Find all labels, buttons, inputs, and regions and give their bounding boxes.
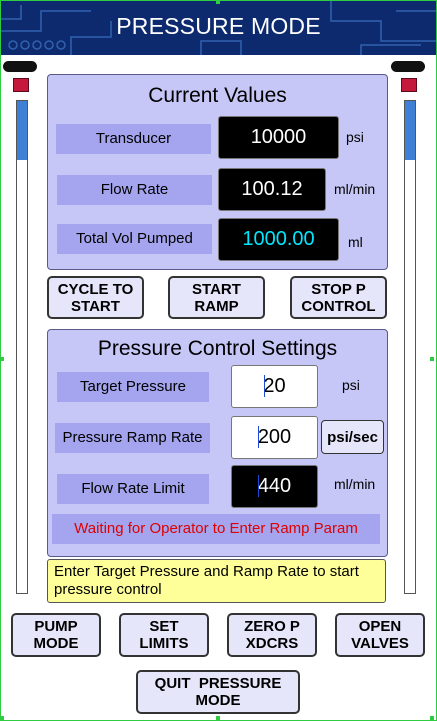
pressure-settings-title: Pressure Control Settings xyxy=(97,337,338,360)
zero-button-line1: ZERO P xyxy=(244,618,300,635)
total-vol-label: Total Vol Pumped xyxy=(57,224,212,254)
right-level-gauge xyxy=(404,100,416,594)
cycle-button-line1: CYCLE TO xyxy=(57,280,134,298)
transducer-value: 10000 xyxy=(218,116,339,159)
transducer-unit: psi xyxy=(346,129,364,145)
transducer-label: Transducer xyxy=(56,124,211,154)
zero-p-xdcrs-button[interactable]: ZERO P XDCRS xyxy=(227,613,317,657)
resize-handle-bottom-right[interactable] xyxy=(430,716,434,720)
valves-button-line2: VALVES xyxy=(351,635,409,652)
ramp-rate-caret xyxy=(258,426,259,448)
cycle-to-start-button[interactable]: CYCLE TO START xyxy=(47,276,144,319)
resize-handle-bottom[interactable] xyxy=(216,716,220,720)
ramp-rate-input[interactable]: 200 xyxy=(231,416,318,459)
target-pressure-label: Target Pressure xyxy=(57,372,209,402)
quit-pressure-mode-button[interactable]: QUIT PRESSURE MODE xyxy=(136,670,300,714)
total-vol-unit: ml xyxy=(348,234,363,250)
set-limits-button[interactable]: SET LIMITS xyxy=(119,613,209,657)
total-vol-value: 1000.00 xyxy=(218,218,339,261)
resize-handle-left[interactable] xyxy=(0,357,4,361)
flow-rate-value: 100.12 xyxy=(218,168,326,211)
flow-limit-label: Flow Rate Limit xyxy=(57,474,209,504)
left-level-fill xyxy=(17,101,27,160)
start-ramp-button[interactable]: START RAMP xyxy=(168,276,265,319)
flow-limit-input[interactable]: 440 xyxy=(231,465,318,508)
target-pressure-caret xyxy=(264,375,265,397)
valves-button-line1: OPEN xyxy=(358,618,402,635)
instruction-note: Enter Target Pressure and Ramp Rate to s… xyxy=(47,559,386,603)
stop-p-control-button[interactable]: STOP P CONTROL xyxy=(290,276,387,319)
page-title: PRESSURE MODE xyxy=(116,13,321,39)
left-gauge-cap xyxy=(3,61,37,72)
left-level-gauge xyxy=(16,100,28,594)
current-values-title: Current Values xyxy=(148,84,287,107)
resize-handle-top[interactable] xyxy=(216,0,220,4)
flow-limit-unit: ml/min xyxy=(334,476,376,492)
status-message: Waiting for Operator to Enter Ramp Param xyxy=(52,514,380,544)
header-banner: PRESSURE MODE xyxy=(1,1,436,55)
ramp-button-line1: START xyxy=(192,280,241,298)
limits-button-line2: LIMITS xyxy=(139,635,189,652)
flow-limit-caret xyxy=(258,475,259,497)
resize-handle-bottom-left[interactable] xyxy=(0,716,4,720)
quit-button-line2: MODE xyxy=(195,692,241,709)
ramp-rate-label: Pressure Ramp Rate xyxy=(55,423,210,453)
stop-button-line1: STOP P xyxy=(311,280,366,298)
pump-mode-button[interactable]: PUMP MODE xyxy=(11,613,101,657)
ramp-units-button[interactable]: psi/sec xyxy=(321,420,384,454)
stop-button-line2: CONTROL xyxy=(301,297,376,315)
limits-button-line1: SET xyxy=(149,618,179,635)
right-level-fill xyxy=(405,101,415,160)
flow-rate-label: Flow Rate xyxy=(57,175,212,205)
flow-rate-unit: ml/min xyxy=(334,181,376,197)
zero-button-line2: XDCRS xyxy=(245,635,299,652)
left-alarm-indicator xyxy=(13,78,29,92)
pump-button-line2: MODE xyxy=(33,635,79,652)
right-gauge-cap xyxy=(391,61,425,72)
pump-button-line1: PUMP xyxy=(34,618,78,635)
cycle-button-line2: START xyxy=(71,297,120,315)
resize-handle-right[interactable] xyxy=(430,357,434,361)
right-alarm-indicator xyxy=(401,78,417,92)
open-valves-button[interactable]: OPEN VALVES xyxy=(335,613,425,657)
quit-button-line1: QUIT PRESSURE xyxy=(154,675,282,692)
ramp-button-line2: RAMP xyxy=(194,297,239,315)
target-pressure-unit: psi xyxy=(342,377,360,393)
target-pressure-input[interactable]: 20 xyxy=(231,365,318,408)
